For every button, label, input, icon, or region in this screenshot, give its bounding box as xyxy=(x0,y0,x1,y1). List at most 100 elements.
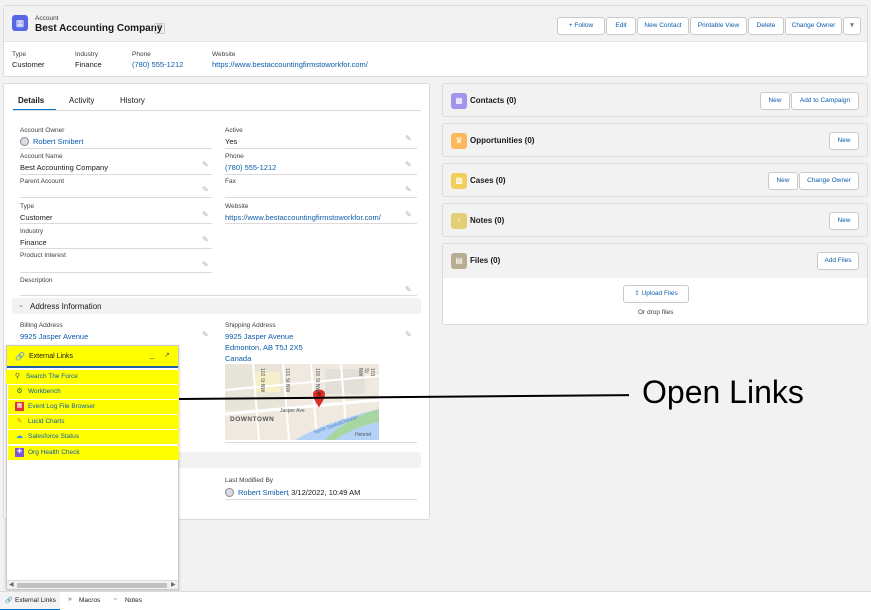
external-link-item[interactable]: ✎ Lucid Charts xyxy=(8,415,179,429)
tab-history[interactable]: History xyxy=(120,96,145,105)
field-divider xyxy=(225,148,417,149)
record-header: ▦ Account Best Accounting Company ⊤ + Fo… xyxy=(3,5,868,77)
more-actions-button[interactable]: ▼ xyxy=(843,17,861,35)
new-contact-related-button[interactable]: New xyxy=(760,92,790,110)
utility-item-notes[interactable]: ▫ Notes xyxy=(112,592,152,610)
edit-pencil-icon[interactable]: ✎ xyxy=(202,260,209,269)
edit-button[interactable]: Edit xyxy=(606,17,636,35)
scrollbar-horizontal[interactable]: ◀ ▶ xyxy=(7,580,178,589)
edit-pencil-icon[interactable]: ✎ xyxy=(202,330,209,339)
account-name-value: Best Accounting Company xyxy=(20,163,108,172)
chevron-down-icon: ▼ xyxy=(848,22,856,29)
link-icon: 🔗 xyxy=(5,598,13,604)
notes-icon: ▫ xyxy=(114,596,117,603)
new-opportunity-button[interactable]: New xyxy=(829,132,859,150)
hierarchy-icon[interactable]: ⊤ xyxy=(154,23,165,34)
type-label: Type xyxy=(20,203,35,210)
related-contacts-card: ▦ Contacts (0) New Add to Campaign xyxy=(442,83,868,117)
highlight-website-link[interactable]: https://www.bestaccountingfirmstoworkfor… xyxy=(212,60,368,69)
billing-address-label: Billing Address xyxy=(20,322,63,329)
tab-details[interactable]: Details xyxy=(18,96,44,105)
description-label: Description xyxy=(20,277,53,284)
account-icon: ▦ xyxy=(12,15,28,31)
notes-title[interactable]: Notes (0) xyxy=(470,216,504,225)
contacts-icon: ▦ xyxy=(451,93,467,109)
edit-pencil-icon[interactable]: ✎ xyxy=(405,160,412,169)
change-owner-cases-button[interactable]: Change Owner xyxy=(799,172,859,190)
account-owner-label: Account Owner xyxy=(20,127,65,134)
scrollbar-thumb[interactable] xyxy=(17,583,167,588)
active-value: Yes xyxy=(225,137,238,146)
field-divider xyxy=(225,499,417,500)
related-files-card: ▤ Files (0) Add Files ⇧ Upload Files Or … xyxy=(442,243,868,325)
map-label-downtown: DOWNTOWN xyxy=(230,416,275,423)
map[interactable]: DOWNTOWN Jasper Ave 100 St NW 101 St NW … xyxy=(225,364,379,440)
edit-pencil-icon[interactable]: ✎ xyxy=(405,330,412,339)
scroll-right-icon[interactable]: ▶ xyxy=(171,581,176,588)
field-divider xyxy=(20,295,417,296)
last-modified-user-link[interactable]: Robert Smibert xyxy=(238,488,288,497)
minimize-icon[interactable]: _ xyxy=(150,350,154,359)
edit-pencil-icon[interactable]: ✎ xyxy=(405,285,412,294)
delete-button[interactable]: Delete xyxy=(748,17,784,35)
printable-view-button[interactable]: Printable View xyxy=(690,17,747,35)
add-files-button[interactable]: Add Files xyxy=(817,252,859,270)
new-note-button[interactable]: New xyxy=(829,212,859,230)
field-divider xyxy=(20,174,212,175)
last-modified-label: Last Modified By xyxy=(225,477,274,484)
highlight-website-label: Website xyxy=(212,51,236,58)
map-label-henriet: Henriet xyxy=(355,432,372,438)
add-to-campaign-button[interactable]: Add to Campaign xyxy=(791,92,859,110)
tabs-divider xyxy=(12,110,421,111)
upload-files-button[interactable]: ⇧ Upload Files xyxy=(623,285,689,303)
highlight-phone-link[interactable]: (780) 555-1212 xyxy=(132,60,183,69)
change-owner-button[interactable]: Change Owner xyxy=(785,17,842,35)
files-title[interactable]: Files (0) xyxy=(470,256,500,265)
shipping-address-line2[interactable]: Edmonton, AB T5J 2X5 xyxy=(225,343,303,352)
tab-activity[interactable]: Activity xyxy=(69,96,94,105)
shipping-address-line1[interactable]: 9925 Jasper Avenue xyxy=(225,332,293,341)
field-divider xyxy=(20,197,212,198)
website-link[interactable]: https://www.bestaccountingfirmstoworkfor… xyxy=(225,213,381,222)
edit-pencil-icon[interactable]: ✎ xyxy=(405,134,412,143)
opportunities-title[interactable]: Opportunities (0) xyxy=(470,136,534,145)
contacts-title[interactable]: Contacts (0) xyxy=(470,96,516,105)
external-link-item[interactable]: ▦ Event Log File Browser xyxy=(8,400,179,414)
field-divider xyxy=(20,148,212,149)
new-case-button[interactable]: New xyxy=(768,172,798,190)
edit-pencil-icon[interactable]: ✎ xyxy=(405,210,412,219)
edit-pencil-icon[interactable]: ✎ xyxy=(202,160,209,169)
edit-pencil-icon[interactable]: ✎ xyxy=(405,185,412,194)
industry-label: Industry xyxy=(20,228,44,235)
external-link-item[interactable]: ⚙ Workbench xyxy=(8,385,179,399)
active-label: Active xyxy=(225,127,243,134)
edit-pencil-icon[interactable]: ✎ xyxy=(202,210,209,219)
utility-item-external-links[interactable]: 🔗 External Links xyxy=(0,592,60,610)
billing-address-line1[interactable]: 9925 Jasper Avenue xyxy=(20,332,88,341)
map-label-street: Jasper Ave xyxy=(280,408,305,414)
related-opportunities-card: ♛ Opportunities (0) New xyxy=(442,123,868,157)
highlight-industry-value: Finance xyxy=(75,60,102,69)
phone-link[interactable]: (780) 555-1212 xyxy=(225,163,276,172)
field-divider xyxy=(225,223,417,224)
popout-icon[interactable]: ↗ xyxy=(164,351,170,359)
related-cases-card: ▩ Cases (0) New Change Owner xyxy=(442,163,868,197)
follow-button[interactable]: + Follow xyxy=(557,17,605,35)
cases-title[interactable]: Cases (0) xyxy=(470,176,506,185)
external-link-item[interactable]: ⚲ Search The Force xyxy=(6,370,179,384)
edit-pencil-icon[interactable]: ✎ xyxy=(202,235,209,244)
address-section-header[interactable]: ⌄ Address Information xyxy=(12,298,421,314)
shipping-address-line3[interactable]: Canada xyxy=(225,354,251,363)
edit-pencil-icon[interactable]: ✎ xyxy=(202,185,209,194)
product-interest-label: Product Interest xyxy=(20,252,66,259)
account-owner-link[interactable]: Robert Smibert xyxy=(33,137,83,146)
external-link-item[interactable]: ✚ Org Health Check xyxy=(8,446,179,460)
account-name-label: Account Name xyxy=(20,153,63,160)
new-contact-button[interactable]: New Contact xyxy=(637,17,689,35)
external-link-item[interactable]: ☁ Salesforce Status xyxy=(8,430,179,444)
field-divider xyxy=(20,223,212,224)
record-title: Best Accounting Company xyxy=(35,23,163,34)
related-notes-card: ▫ Notes (0) New xyxy=(442,203,868,237)
utility-item-macros[interactable]: » Macros xyxy=(66,592,110,610)
scroll-left-icon[interactable]: ◀ xyxy=(9,581,14,588)
